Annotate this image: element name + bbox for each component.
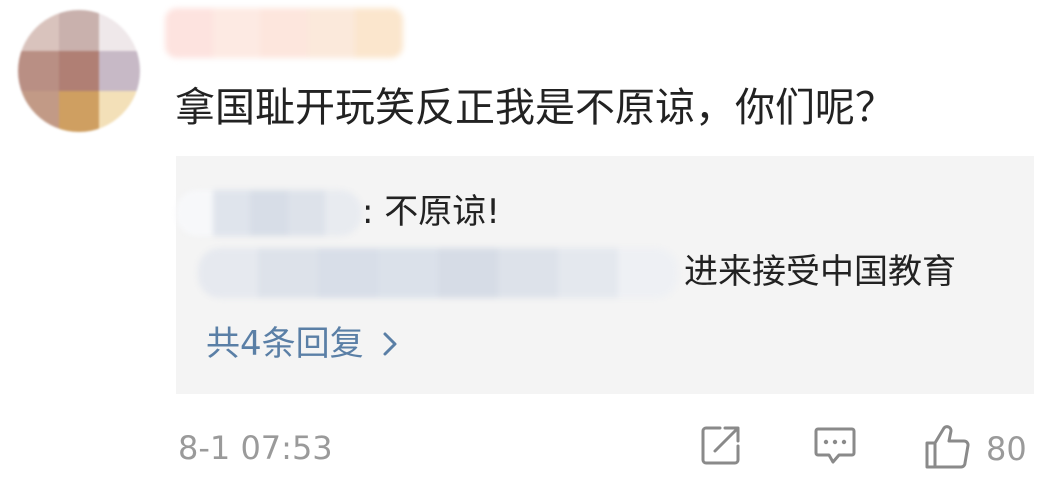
replies-box[interactable]: : 不原谅! 进来接受中国教育 共4条回复 xyxy=(176,156,1034,394)
reply-text: 进来接受中国教育 xyxy=(684,252,956,292)
reply-text: : 不原谅! xyxy=(362,192,500,232)
comment-bubble-icon xyxy=(812,422,858,472)
comment-button[interactable] xyxy=(812,422,858,472)
reply-item[interactable]: : 不原谅! xyxy=(176,184,1034,240)
reply-item[interactable]: 进来接受中国教育 xyxy=(176,244,1034,300)
share-square-icon xyxy=(698,422,744,472)
like-button[interactable]: 80 xyxy=(922,422,1027,476)
comment-text: 拿国耻开玩笑反正我是不原谅，你们呢？ xyxy=(175,85,895,131)
repost-button[interactable] xyxy=(698,422,744,472)
reply-username-redacted[interactable] xyxy=(198,248,678,298)
reply-username-redacted[interactable] xyxy=(176,190,362,236)
username-redacted[interactable] xyxy=(165,8,403,58)
timestamp: 8-1 07:53 xyxy=(178,429,333,467)
comment-footer: 8-1 07:53 80 xyxy=(0,420,1049,480)
avatar[interactable] xyxy=(18,10,140,132)
more-replies-link[interactable]: 共4条回复 xyxy=(206,316,398,372)
thumbs-up-icon xyxy=(922,422,972,476)
more-replies-label: 共4条回复 xyxy=(206,324,364,364)
like-count: 80 xyxy=(986,430,1027,468)
chevron-right-icon xyxy=(382,330,398,358)
